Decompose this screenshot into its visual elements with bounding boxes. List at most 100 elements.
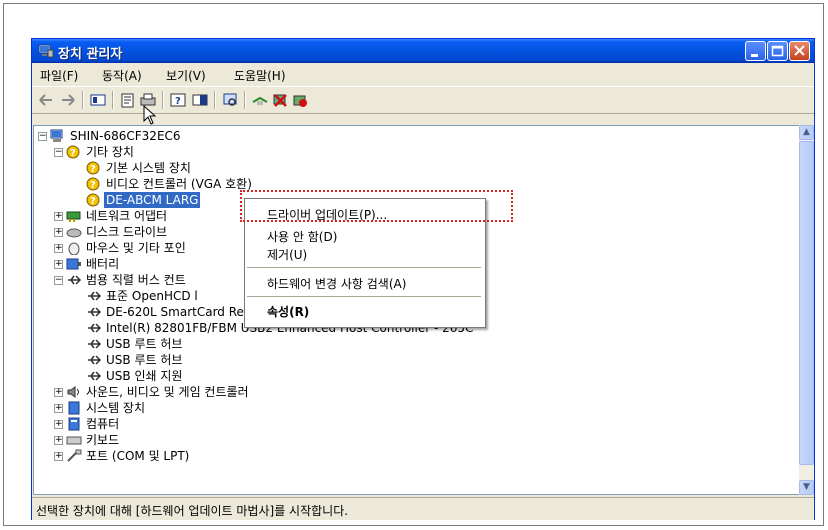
properties-icon[interactable] <box>120 92 136 108</box>
back-icon[interactable] <box>38 92 54 108</box>
usb-icon <box>88 323 102 333</box>
category-label: 디스크 드라이브 <box>86 225 168 239</box>
menu-view[interactable]: 보기(V) <box>166 67 206 84</box>
keyboard-icon <box>66 436 82 445</box>
status-text: 선택한 장치에 대해 [하드웨어 업데이트 마법사]를 시작합니다. <box>36 504 349 518</box>
battery-icon <box>66 258 81 270</box>
title-bar[interactable]: 장치 관리자 <box>32 39 814 63</box>
scroll-up-button[interactable]: ▲ <box>799 125 814 140</box>
scan-hardware-icon[interactable] <box>222 92 238 108</box>
mouse-icon <box>68 242 80 255</box>
toolbar-separator <box>82 91 84 109</box>
expand-toggle[interactable]: + <box>54 436 63 445</box>
expand-toggle[interactable]: + <box>54 212 63 221</box>
unknown-device-icon: ? <box>66 145 80 159</box>
vertical-scrollbar[interactable]: ▲ ▼ <box>799 125 814 495</box>
category-label: 시스템 장치 <box>86 401 146 415</box>
svg-text:?: ? <box>90 196 96 207</box>
category-label: 네트워크 어댑터 <box>86 209 168 223</box>
usb-icon <box>88 371 102 381</box>
unknown-device-icon: ? <box>86 161 100 175</box>
toolbar-separator <box>162 91 164 109</box>
expand-toggle[interactable]: + <box>54 388 63 397</box>
mouse-cursor-icon <box>143 105 157 125</box>
toolbar-separator <box>112 91 114 109</box>
item-label: 비디오 컨트롤러 (VGA 호환) <box>106 177 252 191</box>
menu-separator <box>247 296 481 297</box>
collapse-toggle[interactable]: − <box>54 148 63 157</box>
forward-icon[interactable] <box>60 92 76 108</box>
help-icon[interactable]: ? <box>170 92 186 108</box>
update-driver-icon[interactable] <box>252 92 268 108</box>
menu-scan-hardware[interactable]: 하드웨어 변경 사항 검색(A) <box>267 275 406 292</box>
scroll-down-button[interactable]: ▼ <box>799 480 814 495</box>
minimize-button[interactable] <box>745 41 766 61</box>
item-label: USB 루트 허브 <box>106 337 183 351</box>
maximize-button[interactable] <box>767 41 788 61</box>
usb-icon <box>88 291 102 301</box>
expand-toggle[interactable]: + <box>54 260 63 269</box>
minimize-icon <box>751 54 758 57</box>
expand-toggle[interactable]: + <box>54 244 63 253</box>
close-button[interactable] <box>789 41 810 61</box>
view-icon[interactable] <box>192 92 208 108</box>
unknown-device-icon: ? <box>86 193 100 207</box>
close-icon <box>794 45 805 56</box>
menu-file[interactable]: 파일(F) <box>40 67 78 84</box>
scroll-thumb[interactable] <box>799 141 814 465</box>
uninstall-icon[interactable] <box>272 92 288 108</box>
device-manager-icon <box>38 44 54 58</box>
item-label: 표준 OpenHCD l <box>106 289 198 303</box>
category-label: 기타 장치 <box>86 145 134 159</box>
menu-properties[interactable]: 속성(R) <box>267 303 309 320</box>
category-label: 사운드, 비디오 및 게임 컨트롤러 <box>86 385 249 399</box>
console-icon[interactable] <box>90 92 106 108</box>
maximize-icon <box>771 45 784 57</box>
toolbar-separator <box>214 91 216 109</box>
category-label: 포트 (COM 및 LPT) <box>86 449 190 463</box>
menu-separator <box>247 267 481 268</box>
disable-icon[interactable] <box>292 92 308 108</box>
computer-icon <box>68 417 80 431</box>
usb-icon <box>68 275 82 285</box>
menu-bar: 파일(F) 동작(A) 보기(V) 도움말(H) <box>32 64 814 84</box>
menu-disable[interactable]: 사용 안 함(D) <box>267 228 337 245</box>
category-label: 범용 직렬 버스 컨트 <box>86 273 186 287</box>
item-label: USB 인쇄 지원 <box>106 369 183 383</box>
category-label: 키보드 <box>86 433 120 447</box>
usb-icon <box>88 339 102 349</box>
toolbar-separator <box>244 91 246 109</box>
expand-toggle[interactable]: + <box>54 420 63 429</box>
status-bar: 선택한 장치에 대해 [하드웨어 업데이트 마법사]를 시작합니다. <box>32 497 814 520</box>
root-label: SHIN-686CF32EC6 <box>70 129 181 143</box>
menu-action[interactable]: 동작(A) <box>102 67 142 84</box>
category-label: 컴퓨터 <box>86 417 120 431</box>
category-label: 마우스 및 기타 포인 <box>86 241 186 255</box>
menu-uninstall[interactable]: 제거(U) <box>267 246 307 263</box>
unknown-device-icon: ? <box>86 177 100 191</box>
svg-text:?: ? <box>70 148 76 159</box>
item-label: 기본 시스템 장치 <box>106 161 191 175</box>
item-label: DE-ABCM LARG <box>104 192 201 208</box>
expand-toggle[interactable]: + <box>54 228 63 237</box>
expand-toggle[interactable]: + <box>54 404 63 413</box>
computer-icon <box>50 129 63 142</box>
item-label: USB 루트 허브 <box>106 353 183 367</box>
sound-icon <box>67 386 79 398</box>
menu-help[interactable]: 도움말(H) <box>234 67 286 84</box>
collapse-toggle[interactable]: − <box>54 276 63 285</box>
svg-text:?: ? <box>90 180 96 191</box>
disk-drive-icon <box>66 228 82 238</box>
usb-icon <box>88 355 102 365</box>
usb-icon <box>88 307 102 317</box>
category-label: 배터리 <box>86 257 120 271</box>
window-title: 장치 관리자 <box>58 47 123 62</box>
system-device-icon <box>68 401 80 415</box>
expand-toggle[interactable]: + <box>54 452 63 461</box>
svg-text:?: ? <box>90 164 96 175</box>
network-adapter-icon <box>66 211 81 222</box>
collapse-toggle[interactable]: − <box>38 132 47 141</box>
svg-text:?: ? <box>175 96 181 107</box>
port-icon <box>67 449 82 462</box>
highlight-annotation <box>240 190 513 222</box>
